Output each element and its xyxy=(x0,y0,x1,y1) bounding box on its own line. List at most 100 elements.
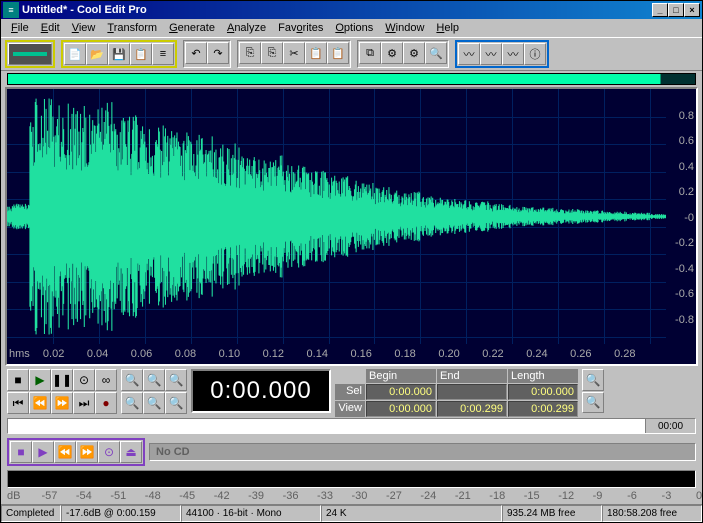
menu-view[interactable]: View xyxy=(66,21,102,35)
db-tick: -33 xyxy=(317,490,333,502)
time-tick: 0.20 xyxy=(438,348,459,360)
menu-generate[interactable]: Generate xyxy=(163,21,221,35)
copy-to-new-button[interactable]: 📋 xyxy=(130,43,152,65)
status-disk-free: 935.24 MB free xyxy=(502,505,602,522)
view-pan-button[interactable]: 〰 xyxy=(502,43,524,65)
menu-edit[interactable]: Edit xyxy=(35,21,66,35)
view-end[interactable]: 0:00.299 xyxy=(437,401,507,417)
undo-button[interactable]: ↶ xyxy=(185,42,207,64)
zoom-in-left-button[interactable]: 🔍 xyxy=(143,392,165,414)
mode-edit-button[interactable] xyxy=(8,43,52,65)
time-ruler[interactable]: hms 0.020.040.060.080.100.120.140.160.18… xyxy=(7,344,666,364)
db-tick: 0 xyxy=(696,490,702,502)
cd-stop-button[interactable]: ■ xyxy=(10,441,32,463)
play-button[interactable]: ▶ xyxy=(29,369,51,391)
copy2-button[interactable]: ⎘ xyxy=(261,42,283,64)
cd-eject-button[interactable]: ⏏ xyxy=(120,441,142,463)
pause-button[interactable]: ❚❚ xyxy=(51,369,73,391)
overview-navbar[interactable] xyxy=(7,73,696,85)
record-button[interactable]: ● xyxy=(95,392,117,414)
view-waveform-button[interactable]: 〰 xyxy=(458,43,480,65)
transport-panel: ■ ▶ ❚❚ ⊙ ∞ ⏮ ⏪ ⏩ ⏭ ● 🔍 🔍 🔍 🔍 🔍 xyxy=(1,366,702,416)
mix-paste-button[interactable]: 📋 xyxy=(327,42,349,64)
cd-prev-button[interactable]: ⏪ xyxy=(54,441,76,463)
view-info-button[interactable]: ⓘ xyxy=(524,43,546,65)
menu-file[interactable]: File xyxy=(5,21,35,35)
db-tick: -39 xyxy=(248,490,264,502)
analyze-button[interactable]: 🔍 xyxy=(425,42,447,64)
minimize-button[interactable]: _ xyxy=(652,3,668,17)
time-tick: 0.14 xyxy=(307,348,328,360)
menubar: File Edit View Transform Generate Analyz… xyxy=(1,19,702,37)
sel-end[interactable] xyxy=(437,384,507,400)
goto-begin-button[interactable]: ⏮ xyxy=(7,392,29,414)
convert-button[interactable]: ⚙ xyxy=(381,42,403,64)
menu-window[interactable]: Window xyxy=(379,21,430,35)
play-loop-button[interactable]: ∞ xyxy=(95,369,117,391)
amp-tick: -0.6 xyxy=(675,288,694,300)
cd-play-button[interactable]: ▶ xyxy=(32,441,54,463)
menu-favorites[interactable]: Favorites xyxy=(272,21,329,35)
menu-transform[interactable]: Transform xyxy=(101,21,163,35)
cd-next-button[interactable]: ⏩ xyxy=(76,441,98,463)
zoom-sel-button[interactable]: 🔍 xyxy=(121,392,143,414)
time-tick: 0.22 xyxy=(482,348,503,360)
new-file-button[interactable]: 📄 xyxy=(64,43,86,65)
amp-tick: -0 xyxy=(684,212,694,224)
menu-options[interactable]: Options xyxy=(329,21,379,35)
amp-tick: 0.2 xyxy=(679,186,694,198)
save-file-button[interactable]: 💾 xyxy=(108,43,130,65)
view-begin[interactable]: 0:00.000 xyxy=(366,401,436,417)
goto-end-button[interactable]: ⏭ xyxy=(73,392,95,414)
vzoom-out-button[interactable]: 🔍 xyxy=(582,392,604,414)
row-view-label: View xyxy=(335,401,365,417)
status-completed: Completed xyxy=(1,505,61,522)
menu-help[interactable]: Help xyxy=(430,21,465,35)
fforward-button[interactable]: ⏩ xyxy=(51,392,73,414)
cd-extract-button[interactable]: ⊙ xyxy=(98,441,120,463)
time-tick: 0.10 xyxy=(219,348,240,360)
menu-analyze[interactable]: Analyze xyxy=(221,21,272,35)
db-tick: -21 xyxy=(455,490,471,502)
trim-button[interactable]: ⧉ xyxy=(359,42,381,64)
open-file-button[interactable]: 📂 xyxy=(86,43,108,65)
rewind-button[interactable]: ⏪ xyxy=(29,392,51,414)
settings-button[interactable]: ⚙ xyxy=(403,42,425,64)
time-tick: 0.02 xyxy=(43,348,64,360)
close-button[interactable]: × xyxy=(684,3,700,17)
maximize-button[interactable]: □ xyxy=(668,3,684,17)
app-icon: ≡ xyxy=(3,2,19,18)
amp-tick: 0.6 xyxy=(679,135,694,147)
copy-button[interactable]: ⎘ xyxy=(239,42,261,64)
zoom-out-button[interactable]: 🔍 xyxy=(143,369,165,391)
multitrack-button[interactable]: ≡ xyxy=(152,43,174,65)
db-ruler: dB-57-54-51-48-45-42-39-36-33-30-27-24-2… xyxy=(7,490,696,504)
zoom-in-right-button[interactable]: 🔍 xyxy=(165,392,187,414)
db-tick: -6 xyxy=(627,490,637,502)
time-tick: 0.24 xyxy=(526,348,547,360)
paste-button[interactable]: 📋 xyxy=(305,42,327,64)
db-tick: -51 xyxy=(110,490,126,502)
redo-button[interactable]: ↷ xyxy=(207,42,229,64)
db-tick: -15 xyxy=(524,490,540,502)
status-time-free: 180:58.208 free xyxy=(602,505,702,522)
amplitude-ruler: 0.80.60.40.2-0-0.2-0.4-0.6-0.8 xyxy=(666,89,696,344)
view-spectral-button[interactable]: 〰 xyxy=(480,43,502,65)
row-sel-label: Sel xyxy=(335,384,365,400)
play-to-end-button[interactable]: ⊙ xyxy=(73,369,95,391)
level-meter[interactable] xyxy=(7,470,696,488)
titlebar[interactable]: ≡ Untitled* - Cool Edit Pro _ □ × xyxy=(1,1,702,19)
amp-tick: -0.8 xyxy=(675,314,694,326)
sel-begin[interactable]: 0:00.000 xyxy=(366,384,436,400)
db-tick: -54 xyxy=(76,490,92,502)
time-display[interactable]: 0:00.000 xyxy=(191,369,331,413)
stop-button[interactable]: ■ xyxy=(7,369,29,391)
sel-length[interactable]: 0:00.000 xyxy=(508,384,578,400)
view-length[interactable]: 0:00.299 xyxy=(508,401,578,417)
cut-button[interactable]: ✂ xyxy=(283,42,305,64)
horizontal-scrollbar[interactable]: 00:00 xyxy=(7,418,696,434)
zoom-full-button[interactable]: 🔍 xyxy=(165,369,187,391)
zoom-in-button[interactable]: 🔍 xyxy=(121,369,143,391)
waveform-display[interactable]: hms 0.020.040.060.080.100.120.140.160.18… xyxy=(5,87,698,366)
vzoom-in-button[interactable]: 🔍 xyxy=(582,369,604,391)
